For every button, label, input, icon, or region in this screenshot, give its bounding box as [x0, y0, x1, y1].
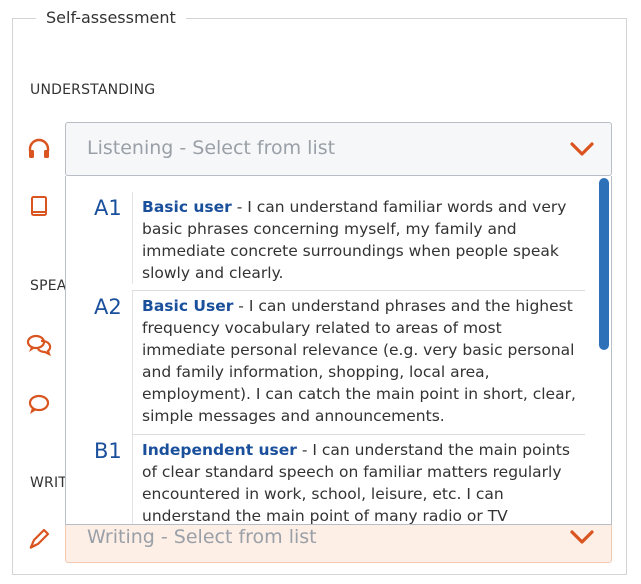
chat-bubble-icon — [26, 392, 52, 418]
headphones-icon — [26, 136, 52, 162]
option-divider — [132, 435, 133, 524]
dropdown-scrollbar[interactable] — [597, 176, 611, 524]
book-icon — [26, 194, 52, 220]
chevron-down-icon[interactable] — [569, 140, 595, 158]
writing-select[interactable]: Writing - Select from list — [65, 523, 612, 563]
option-title: Basic user — [142, 198, 232, 216]
option-description: Independent user - I can understand the … — [142, 439, 582, 524]
writing-select-placeholder: Writing - Select from list — [87, 526, 317, 548]
scrollbar-thumb[interactable] — [599, 178, 609, 350]
option-level: A1 — [94, 196, 122, 220]
section-speaking-label: SPEA — [30, 278, 67, 294]
option-a2[interactable]: A2 Basic User - I can understand phrases… — [66, 275, 596, 435]
option-divider — [132, 291, 133, 435]
listening-select[interactable]: Listening - Select from list — [65, 122, 612, 176]
listening-select-placeholder: Listening - Select from list — [87, 137, 336, 159]
pen-icon — [26, 526, 52, 552]
option-text: - I can understand phrases and the highe… — [142, 297, 576, 425]
fieldset-legend: Self-assessment — [36, 7, 186, 29]
option-description: Basic User - I can understand phrases an… — [142, 295, 582, 427]
option-divider — [132, 192, 133, 284]
listening-dropdown-list[interactable]: A1 Basic user - I can understand familia… — [65, 176, 612, 525]
chevron-down-icon[interactable] — [569, 528, 595, 546]
option-a1[interactable]: A1 Basic user - I can understand familia… — [66, 176, 596, 290]
option-title: Independent user — [142, 441, 297, 459]
option-level: A2 — [94, 295, 122, 319]
option-level: B1 — [94, 439, 122, 463]
section-understanding-label: UNDERSTANDING — [30, 82, 156, 98]
option-title: Basic User — [142, 297, 234, 315]
option-b1[interactable]: B1 Independent user - I can understand t… — [66, 419, 596, 524]
chat-bubbles-icon — [26, 332, 52, 358]
section-writing-label: WRIT — [30, 475, 67, 491]
option-description: Basic user - I can understand familiar w… — [142, 196, 582, 284]
